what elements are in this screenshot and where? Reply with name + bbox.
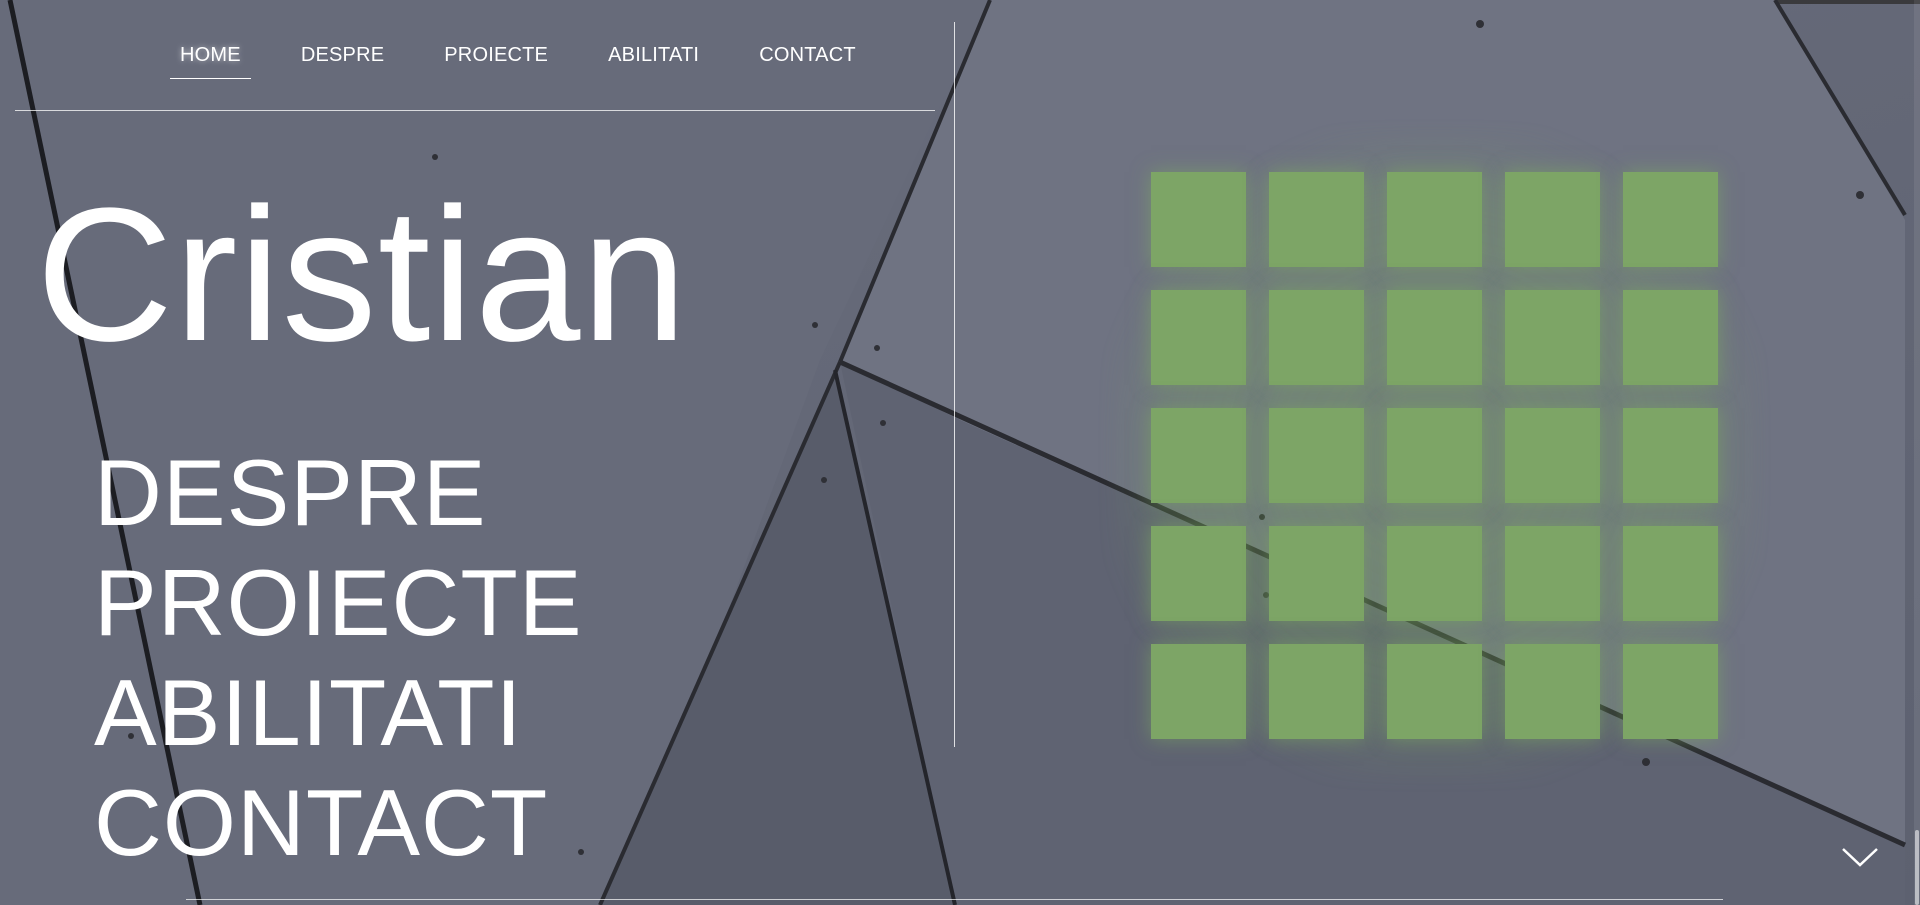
hero-menu-despre[interactable]: DESPRE xyxy=(94,438,583,548)
grid-tile xyxy=(1623,526,1718,621)
grid-tile xyxy=(1151,408,1246,503)
nav-home[interactable]: HOME xyxy=(170,44,251,79)
grid-tile xyxy=(1623,408,1718,503)
grid-tile xyxy=(1623,290,1718,385)
nav-divider xyxy=(15,110,935,111)
scroll-down-button[interactable] xyxy=(1840,843,1880,873)
vertical-divider xyxy=(954,22,955,747)
tile-grid xyxy=(1151,172,1718,739)
hero-menu-abilitati[interactable]: ABILITATI xyxy=(94,658,583,768)
hero-menu: DESPRE PROIECTE ABILITATI CONTACT xyxy=(94,438,583,878)
grid-tile xyxy=(1151,172,1246,267)
grid-tile xyxy=(1269,290,1364,385)
nav-contact[interactable]: CONTACT xyxy=(749,44,866,67)
hero-menu-contact[interactable]: CONTACT xyxy=(94,768,583,878)
scrollbar-thumb[interactable] xyxy=(1915,830,1919,905)
grid-tile xyxy=(1151,526,1246,621)
nav-abilitati[interactable]: ABILITATI xyxy=(598,44,709,67)
grid-tile xyxy=(1387,408,1482,503)
page-scrollbar[interactable] xyxy=(1914,0,1920,905)
grid-tile xyxy=(1269,408,1364,503)
hero-name: Cristian xyxy=(36,169,689,381)
landing-page: HOME DESPRE PROIECTE ABILITATI CONTACT C… xyxy=(0,0,1920,905)
grid-tile xyxy=(1269,526,1364,621)
top-nav: HOME DESPRE PROIECTE ABILITATI CONTACT xyxy=(170,44,906,79)
grid-tile xyxy=(1151,644,1246,739)
nav-despre[interactable]: DESPRE xyxy=(291,44,394,67)
grid-tile xyxy=(1505,644,1600,739)
grid-tile xyxy=(1387,644,1482,739)
grid-tile xyxy=(1505,172,1600,267)
chevron-down-icon xyxy=(1842,848,1878,867)
grid-tile xyxy=(1505,290,1600,385)
grid-tile xyxy=(1623,644,1718,739)
grid-tile xyxy=(1151,290,1246,385)
grid-tile xyxy=(1623,172,1718,267)
hero-menu-proiecte[interactable]: PROIECTE xyxy=(94,548,583,658)
grid-tile xyxy=(1269,644,1364,739)
grid-tile xyxy=(1387,526,1482,621)
grid-tile xyxy=(1269,172,1364,267)
grid-tile xyxy=(1387,172,1482,267)
grid-tile xyxy=(1505,526,1600,621)
grid-tile xyxy=(1505,408,1600,503)
grid-tile xyxy=(1387,290,1482,385)
bottom-divider xyxy=(186,899,1723,900)
nav-proiecte[interactable]: PROIECTE xyxy=(434,44,558,67)
